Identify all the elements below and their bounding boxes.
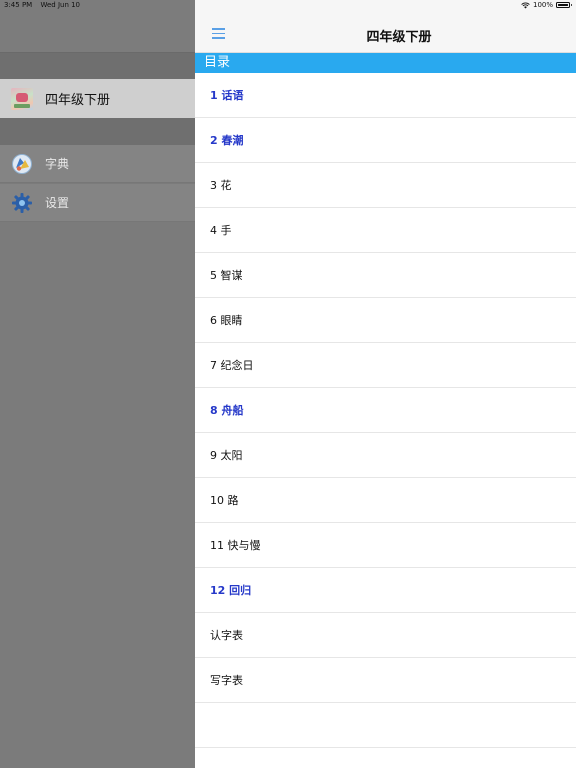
page-title: 四年级下册 bbox=[366, 30, 432, 45]
sidebar-item-dictionary[interactable]: 字典 bbox=[0, 145, 195, 183]
sidebar: 四年级下册 字典 设置 bbox=[0, 0, 195, 768]
toc-item[interactable]: 4 手 bbox=[195, 208, 576, 253]
sidebar-item-book-label: 四年级下册 bbox=[45, 93, 111, 108]
toc-item[interactable]: 认字表 bbox=[195, 613, 576, 658]
wifi-icon bbox=[521, 2, 530, 8]
book-cover-thumbnail-icon bbox=[11, 87, 33, 110]
toc-list: 1 话语 2 春潮 3 花4 手5 智谋 6 眼睛 7 纪念日 8 舟船 9 太阳 10 路1… bbox=[195, 73, 576, 748]
sidebar-item-settings-label: 设置 bbox=[45, 196, 70, 210]
toc-item[interactable] bbox=[195, 703, 576, 748]
toc-item[interactable]: 1 话语 bbox=[195, 73, 576, 118]
toc-item[interactable]: 12 回归 bbox=[195, 568, 576, 613]
section-header: 目录 bbox=[195, 53, 576, 73]
toc-item[interactable]: 9 太阳 bbox=[195, 433, 576, 478]
sidebar-item-dictionary-label: 字典 bbox=[45, 157, 70, 171]
toc-item[interactable]: 写字表 bbox=[195, 658, 576, 703]
battery-icon bbox=[556, 2, 572, 8]
sidebar-item-settings[interactable]: 设置 bbox=[0, 184, 195, 222]
sidebar-spacer bbox=[0, 53, 195, 79]
dictionary-icon bbox=[12, 153, 32, 174]
toc-item[interactable]: 11 快与慢 bbox=[195, 523, 576, 568]
status-date: Wed Jun 10 bbox=[40, 1, 81, 9]
sidebar-spacer bbox=[0, 118, 195, 145]
toc-panel: 四年级下册 目录 1 话语 2 春潮 3 花4 手5 智谋 6 眼睛 7 纪念日 8 舟船… bbox=[195, 0, 576, 768]
toc-item[interactable]: 7 纪念日 bbox=[195, 343, 576, 388]
sidebar-item-book[interactable]: 四年级下册 bbox=[0, 79, 195, 118]
toc-item[interactable]: 6 眼睛 bbox=[195, 298, 576, 343]
status-time: 3:45 PM bbox=[4, 1, 33, 9]
status-right: 100% bbox=[521, 1, 572, 9]
settings-gear-icon bbox=[12, 192, 32, 213]
status-bar: 3:45 PM Wed Jun 10 100% bbox=[0, 0, 576, 10]
toc-item[interactable]: 3 花 bbox=[195, 163, 576, 208]
toc-item[interactable]: 8 舟船 bbox=[195, 388, 576, 433]
toc-item[interactable]: 5 智谋 bbox=[195, 253, 576, 298]
status-left: 3:45 PM Wed Jun 10 bbox=[4, 1, 80, 9]
toc-item[interactable]: 2 春潮 bbox=[195, 118, 576, 163]
battery-percent: 100% bbox=[532, 1, 553, 9]
hamburger-menu-icon[interactable] bbox=[212, 28, 225, 39]
toc-item[interactable]: 10 路 bbox=[195, 478, 576, 523]
